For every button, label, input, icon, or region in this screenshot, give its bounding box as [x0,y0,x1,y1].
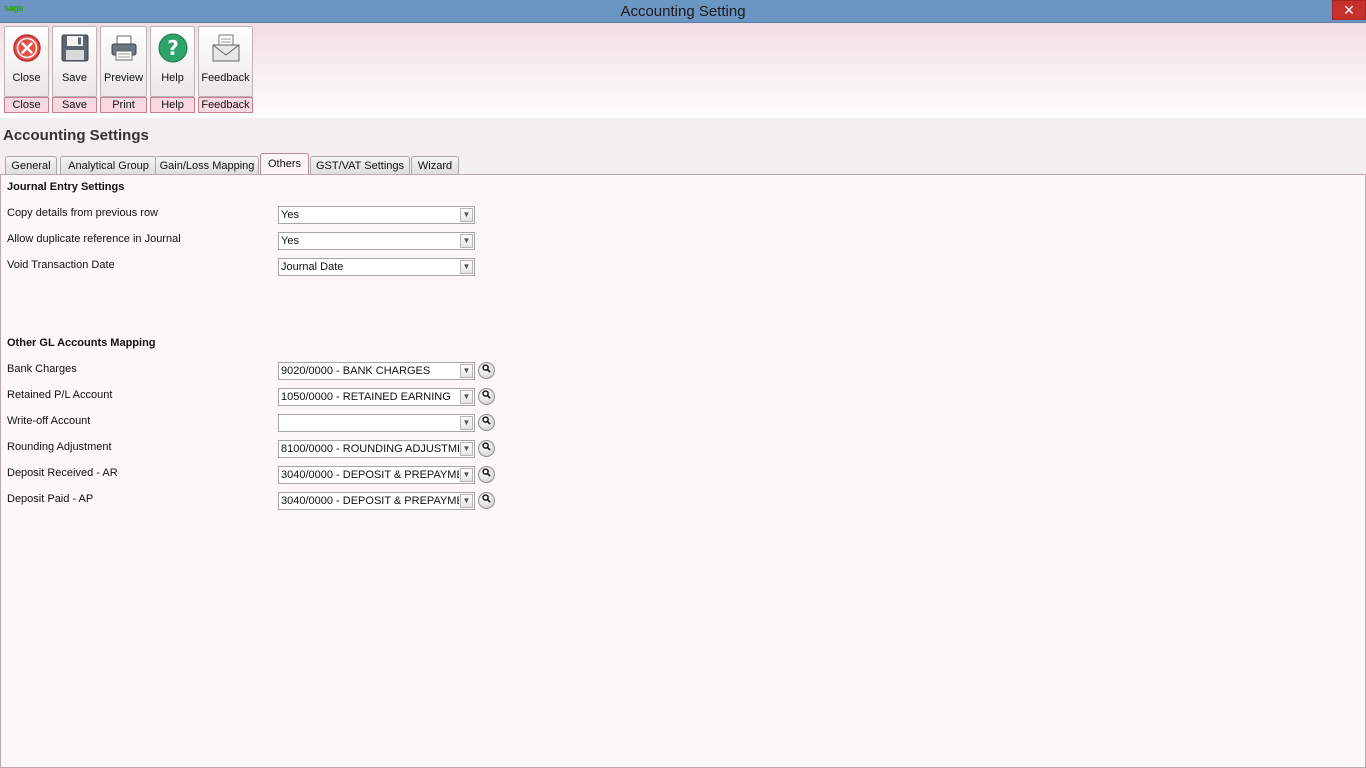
help-question-icon: ? [158,33,187,63]
rounding-adjustment-search-button[interactable] [478,440,495,457]
tab-analytical-group[interactable]: Analytical Group [60,156,157,175]
print-sub-button[interactable]: Print [100,97,147,113]
svg-text:?: ? [167,36,179,60]
others-panel: Journal Entry Settings Copy details from… [0,174,1366,768]
chevron-down-icon[interactable]: ▼ [460,390,473,404]
deposit-received-ar-label: Deposit Received - AR [7,467,118,479]
help-button-label: Help [161,72,184,84]
save-button-label: Save [61,72,88,84]
rounding-adjustment-value: 8100/0000 - ROUNDING ADJUSTMEN [281,443,459,455]
write-off-search-button[interactable] [478,414,495,431]
search-icon [482,364,491,373]
write-off-label: Write-off Account [7,415,91,427]
tab-others[interactable]: Others [260,153,309,175]
search-icon [482,468,491,477]
toolbar: Close Close Save Save Preview Print ? He… [0,23,1366,118]
preview-button-label: Preview [103,72,144,84]
write-off-select[interactable]: ▼ [278,414,475,432]
envelope-icon [212,34,239,62]
copy-details-value: Yes [281,209,299,221]
deposit-paid-ap-search-button[interactable] [478,492,495,509]
window-close-button[interactable]: ✕ [1332,0,1366,20]
deposit-paid-ap-label: Deposit Paid - AP [7,493,94,505]
feedback-sub-button[interactable]: Feedback [198,97,253,113]
search-icon [482,390,491,399]
floppy-disk-icon [61,34,88,62]
chevron-down-icon[interactable]: ▼ [460,416,473,430]
preview-button[interactable]: Preview [100,26,147,97]
retained-pl-label: Retained P/L Account [7,389,113,401]
retained-pl-select[interactable]: 1050/0000 - RETAINED EARNING ▼ [278,388,475,406]
deposit-received-ar-select[interactable]: 3040/0000 - DEPOSIT & PREPAYMEN ▼ [278,466,475,484]
window-title: Accounting Setting [620,3,746,20]
help-button[interactable]: ? Help [150,26,195,97]
chevron-down-icon[interactable]: ▼ [460,494,473,508]
tab-wizard[interactable]: Wizard [411,156,459,175]
void-transaction-date-select[interactable]: Journal Date ▼ [278,258,475,276]
close-button-label: Close [12,72,41,84]
bank-charges-select[interactable]: 9020/0000 - BANK CHARGES ▼ [278,362,475,380]
close-button[interactable]: Close [4,26,49,97]
chevron-down-icon[interactable]: ▼ [460,208,473,222]
bank-charges-search-button[interactable] [478,362,495,379]
save-sub-button[interactable]: Save [52,97,97,113]
bank-charges-value: 9020/0000 - BANK CHARGES [281,365,431,377]
page-title: Accounting Settings [3,127,149,144]
copy-details-select[interactable]: Yes ▼ [278,206,475,224]
retained-pl-search-button[interactable] [478,388,495,405]
tab-general[interactable]: General [5,156,57,175]
rounding-adjustment-select[interactable]: 8100/0000 - ROUNDING ADJUSTMEN ▼ [278,440,475,458]
bank-charges-label: Bank Charges [7,363,77,375]
retained-pl-value: 1050/0000 - RETAINED EARNING [281,391,451,403]
search-icon [482,494,491,503]
close-circle-icon [12,34,41,62]
copy-details-label: Copy details from previous row [7,207,159,219]
search-icon [482,416,491,425]
tab-gst-vat-settings[interactable]: GST/VAT Settings [310,156,410,175]
title-bar: sage Accounting Setting ✕ [0,0,1366,23]
tab-gain-loss-mapping[interactable]: Gain/Loss Mapping [155,156,259,175]
allow-duplicate-value: Yes [281,235,299,247]
help-sub-button[interactable]: Help [150,97,195,113]
allow-duplicate-select[interactable]: Yes ▼ [278,232,475,250]
journal-entry-settings-title: Journal Entry Settings [7,181,125,193]
feedback-button[interactable]: Feedback [198,26,253,97]
chevron-down-icon[interactable]: ▼ [460,260,473,274]
search-icon [482,442,491,451]
save-button[interactable]: Save [52,26,97,97]
chevron-down-icon[interactable]: ▼ [460,442,473,456]
deposit-received-ar-search-button[interactable] [478,466,495,483]
feedback-button-label: Feedback [201,72,250,84]
printer-icon [111,35,136,61]
deposit-paid-ap-value: 3040/0000 - DEPOSIT & PREPAYMEN [281,495,459,507]
deposit-paid-ap-select[interactable]: 3040/0000 - DEPOSIT & PREPAYMEN ▼ [278,492,475,510]
close-sub-button[interactable]: Close [4,97,49,113]
deposit-received-ar-value: 3040/0000 - DEPOSIT & PREPAYMEN [281,469,459,481]
rounding-adjustment-label: Rounding Adjustment [7,441,112,453]
void-transaction-date-value: Journal Date [281,261,344,273]
chevron-down-icon[interactable]: ▼ [460,364,473,378]
chevron-down-icon[interactable]: ▼ [460,234,473,248]
void-transaction-date-label: Void Transaction Date [7,259,115,271]
other-gl-accounts-title: Other GL Accounts Mapping [7,337,156,349]
allow-duplicate-label: Allow duplicate reference in Journal [7,233,181,245]
chevron-down-icon[interactable]: ▼ [460,468,473,482]
